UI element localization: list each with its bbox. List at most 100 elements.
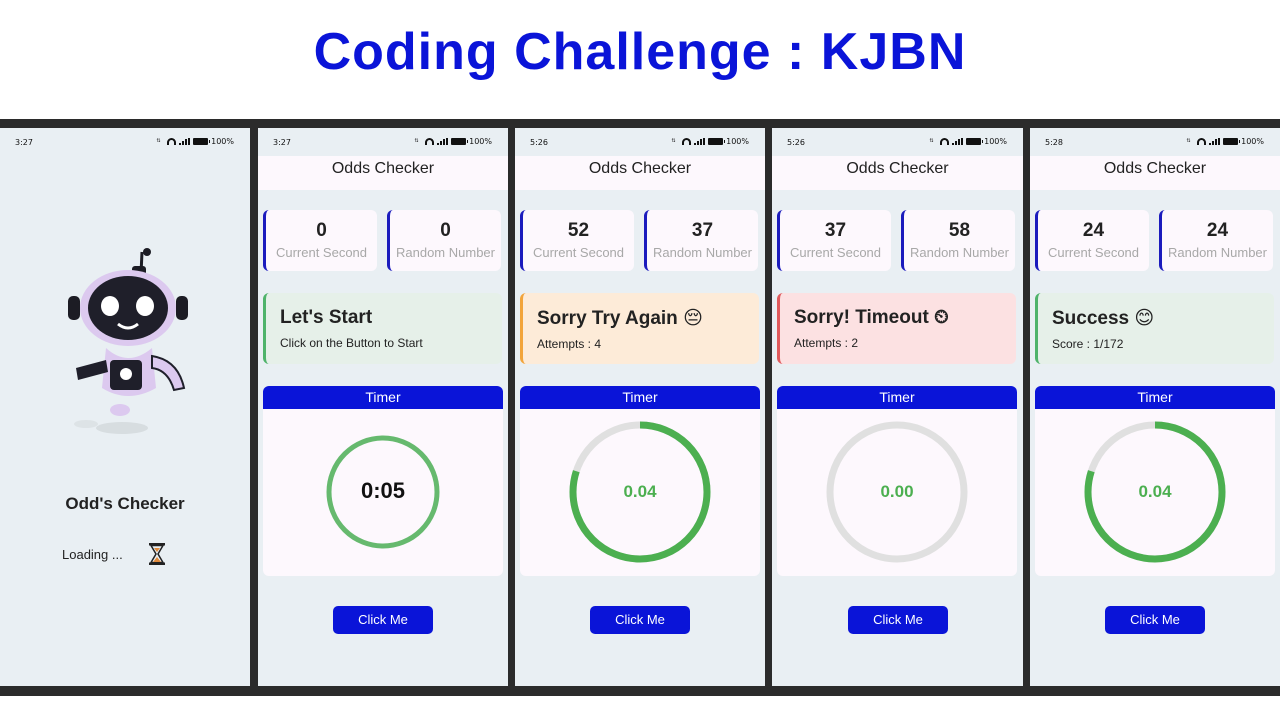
signal-icon: [694, 138, 706, 145]
current-second-card: 24 Current Second: [1035, 210, 1149, 271]
signal-icon: [179, 138, 191, 145]
status-time: 5:28: [1045, 138, 1063, 147]
timer-value: 0.04: [623, 482, 657, 501]
splash-screen: 3:27 ⇅ 100% Odd's Checker Loading ...: [0, 128, 250, 686]
random-number-label: Random Number: [1168, 245, 1267, 260]
data-rate-icon: ⇅: [156, 138, 161, 144]
battery-level: 100%: [984, 137, 1007, 146]
current-second-label: Current Second: [1047, 245, 1140, 260]
timer-card: Timer 0:05: [263, 386, 503, 576]
signal-icon: [1209, 138, 1221, 145]
app-name: Odd's Checker: [65, 494, 185, 513]
status-card: Let's Start Click on the Button to Start: [263, 293, 502, 364]
battery-level: 100%: [469, 137, 492, 146]
status-time: 3:27: [273, 138, 291, 147]
random-number-label: Random Number: [910, 245, 1009, 260]
data-rate-icon: ⇅: [1186, 138, 1191, 144]
status-bar: 5:26 ⇅ 100%: [515, 128, 765, 156]
current-second-card: 0 Current Second: [263, 210, 377, 271]
current-second-label: Current Second: [275, 245, 368, 260]
app-bar-title: Odds Checker: [772, 156, 1023, 190]
timer-header: Timer: [520, 386, 760, 409]
status-title: Let's Start: [280, 307, 373, 328]
data-rate-icon: ⇅: [671, 138, 676, 144]
status-title: Sorry! Timeout ⏲: [794, 307, 949, 328]
battery-icon: [193, 138, 211, 145]
timer-card: Timer 0.04: [520, 386, 760, 576]
status-card: Sorry! Timeout ⏲ Attempts : 2: [777, 293, 1016, 364]
status-subtitle: Attempts : 2: [794, 336, 859, 350]
page-title: Coding Challenge : KJBN: [313, 23, 967, 81]
status-card: Success 😊 Score : 1/172: [1035, 293, 1274, 364]
timer-header: Timer: [263, 386, 503, 409]
current-second-value: 0: [316, 220, 327, 241]
random-number-card: 37 Random Number: [644, 210, 758, 271]
click-me-button[interactable]: Click Me: [848, 606, 948, 634]
odds-checker-screen: 5:26 ⇅ 100% Odds Checker 52 Current Seco…: [515, 128, 765, 686]
signal-icon: [437, 138, 449, 145]
random-number-value: 24: [1206, 220, 1229, 241]
current-second-label: Current Second: [789, 245, 882, 260]
battery-level: 100%: [726, 137, 749, 146]
current-second-value: 52: [567, 220, 590, 241]
timer-value: 0.00: [880, 482, 914, 501]
random-number-card: 24 Random Number: [1159, 210, 1273, 271]
random-number-card: 0 Random Number: [387, 210, 501, 271]
click-me-button[interactable]: Click Me: [1105, 606, 1205, 634]
wifi-icon: [167, 138, 177, 145]
wifi-icon: [425, 138, 435, 145]
click-me-button[interactable]: Click Me: [333, 606, 433, 634]
random-number-card: 58 Random Number: [901, 210, 1015, 271]
odds-checker-screen: 5:26 ⇅ 100% Odds Checker 37 Current Seco…: [772, 128, 1023, 686]
status-title: Success 😊: [1052, 308, 1155, 329]
random-number-value: 58: [948, 220, 971, 241]
battery-icon: [1223, 138, 1241, 145]
hourglass-icon: [149, 543, 165, 565]
current-second-card: 37 Current Second: [777, 210, 891, 271]
click-me-button[interactable]: Click Me: [590, 606, 690, 634]
signal-icon: [952, 138, 964, 145]
current-second-value: 24: [1082, 220, 1105, 241]
status-title: Sorry Try Again 😔: [537, 308, 703, 329]
timer-card: Timer 0.00: [777, 386, 1017, 576]
random-number-value: 0: [440, 220, 451, 241]
status-time: 5:26: [787, 138, 805, 147]
status-subtitle: Attempts : 4: [537, 337, 602, 351]
timer-header: Timer: [1035, 386, 1275, 409]
wifi-icon: [682, 138, 692, 145]
data-rate-icon: ⇅: [414, 138, 419, 144]
status-subtitle: Score : 1/172: [1052, 337, 1124, 351]
random-number-label: Random Number: [396, 245, 495, 260]
status-bar: 3:27 ⇅ 100%: [0, 128, 250, 156]
status-bar: 5:26 ⇅ 100%: [772, 128, 1023, 156]
status-bar: 3:27 ⇅ 100%: [258, 128, 508, 156]
status-time: 5:26: [530, 138, 548, 147]
battery-level: 100%: [1241, 137, 1264, 146]
battery-icon: [451, 138, 469, 145]
status-time: 3:27: [15, 138, 33, 147]
robot-mascot-icon: [68, 248, 188, 434]
timer-header: Timer: [777, 386, 1017, 409]
timer-card: Timer 0.04: [1035, 386, 1275, 576]
status-subtitle: Click on the Button to Start: [280, 336, 423, 350]
current-second-card: 52 Current Second: [520, 210, 634, 271]
current-second-label: Current Second: [532, 245, 625, 260]
wifi-icon: [1197, 138, 1207, 145]
odds-checker-screen: 5:28 ⇅ 100% Odds Checker 24 Current Seco…: [1030, 128, 1280, 686]
current-second-value: 37: [824, 220, 847, 241]
random-number-label: Random Number: [653, 245, 752, 260]
data-rate-icon: ⇅: [929, 138, 934, 144]
wifi-icon: [940, 138, 950, 145]
app-bar-title: Odds Checker: [258, 156, 508, 190]
app-bar-title: Odds Checker: [1030, 156, 1280, 190]
status-bar: 5:28 ⇅ 100%: [1030, 128, 1280, 156]
loading-text: Loading ...: [62, 547, 123, 562]
timer-value: 0.04: [1138, 482, 1172, 501]
odds-checker-screen: 3:27 ⇅ 100% Odds Checker 0 Current Secon…: [258, 128, 508, 686]
timer-value: 0:05: [360, 478, 406, 503]
status-card: Sorry Try Again 😔 Attempts : 4: [520, 293, 759, 364]
battery-icon: [708, 138, 726, 145]
random-number-value: 37: [691, 220, 714, 241]
battery-level: 100%: [211, 137, 234, 146]
app-bar-title: Odds Checker: [515, 156, 765, 190]
